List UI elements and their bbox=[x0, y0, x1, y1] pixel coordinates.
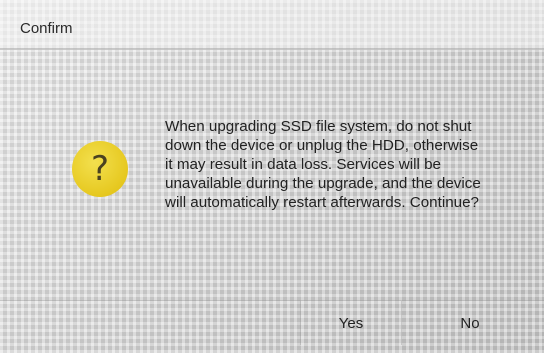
message-line: unavailable during the upgrade, and the … bbox=[165, 175, 481, 192]
message-line: down the device or unplug the HDD, other… bbox=[165, 137, 479, 154]
message-line: will automatically restart afterwards. C… bbox=[165, 194, 480, 211]
message-line: When upgrading SSD file system, do not s… bbox=[165, 118, 472, 135]
confirm-dialog: Confirm ? When upgrading SSD file system… bbox=[0, 0, 544, 353]
no-button[interactable]: No bbox=[420, 301, 520, 345]
dialog-message: When upgrading SSD file system, do not s… bbox=[165, 117, 535, 212]
yes-button[interactable]: Yes bbox=[300, 301, 402, 345]
dialog-button-row: Yes No bbox=[0, 300, 544, 351]
question-icon: ? bbox=[72, 141, 128, 197]
question-mark-glyph: ? bbox=[90, 149, 110, 189]
dialog-title-bar: Confirm bbox=[0, 0, 544, 50]
dialog-title: Confirm bbox=[20, 20, 73, 37]
message-line: it may result in data loss. Services wil… bbox=[165, 156, 442, 173]
